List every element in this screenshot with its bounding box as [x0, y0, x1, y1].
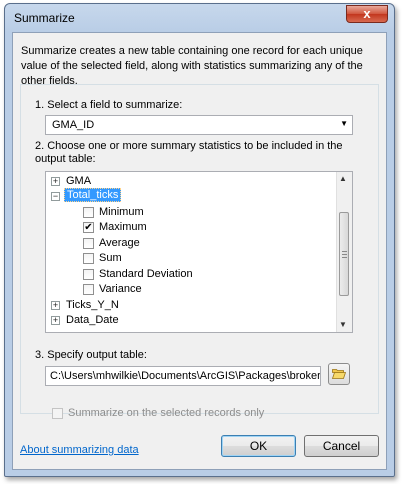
tree-node-label: Data_Date	[66, 314, 119, 326]
stat-maximum[interactable]: ✔ Maximum	[46, 220, 336, 235]
grip-line	[342, 254, 347, 255]
tree-scrollbar[interactable]: ▲ ▼	[336, 172, 352, 332]
checkbox-checked[interactable]: ✔	[83, 222, 94, 233]
field-select-value: GMA_ID	[52, 119, 95, 131]
stat-label: Sum	[99, 252, 122, 264]
scroll-up-icon[interactable]: ▲	[339, 174, 347, 183]
collapse-icon[interactable]: −	[51, 192, 60, 201]
tree-node-gma[interactable]: + GMA	[46, 174, 336, 189]
checkbox[interactable]	[83, 269, 94, 280]
stat-variance[interactable]: Variance	[46, 282, 336, 297]
dialog-body: Summarize creates a new table containing…	[12, 32, 387, 470]
dialog-window: Summarize x Summarize creates a new tabl…	[4, 3, 395, 477]
tree-node-label-selected: Total_ticks	[64, 188, 122, 202]
statistics-tree[interactable]: + GMA − Total_ticks Minimum ✔ Maximum Av…	[45, 171, 353, 333]
expand-icon[interactable]: +	[51, 177, 60, 186]
grip-line	[342, 257, 347, 258]
tree-node-data-date[interactable]: + Data_Date	[46, 313, 336, 328]
stat-label: Variance	[99, 283, 142, 295]
step1-label: 1. Select a field to summarize:	[35, 99, 183, 111]
selected-only-label: Summarize on the selected records only	[68, 407, 265, 419]
expand-icon[interactable]: +	[51, 316, 60, 325]
close-button[interactable]: x	[346, 5, 388, 23]
ok-button[interactable]: OK	[221, 435, 296, 457]
checkbox[interactable]	[83, 284, 94, 295]
scrollbar-thumb[interactable]	[339, 212, 349, 296]
output-table-field[interactable]: C:\Users\mhwilkie\Documents\ArcGIS\Packa…	[45, 366, 321, 386]
cancel-button[interactable]: Cancel	[304, 435, 379, 457]
step2-label: 2. Choose one or more summary statistics…	[35, 140, 343, 165]
expand-icon[interactable]: +	[51, 301, 60, 310]
title-bar[interactable]: Summarize x	[5, 4, 394, 32]
tree-node-label: Ticks_Y_N	[66, 299, 119, 311]
folder-open-icon	[332, 369, 346, 379]
tree-node-ticks-y-n[interactable]: + Ticks_Y_N	[46, 298, 336, 313]
step3-label: 3. Specify output table:	[35, 349, 147, 361]
grip-line	[342, 251, 347, 252]
window-title: Summarize	[14, 11, 75, 25]
checkbox[interactable]	[83, 238, 94, 249]
stat-label: Minimum	[99, 206, 144, 218]
checkbox[interactable]	[83, 207, 94, 218]
stat-label: Maximum	[99, 221, 147, 233]
description-text: Summarize creates a new table containing…	[21, 45, 363, 87]
field-select[interactable]: GMA_ID ▼	[45, 115, 353, 135]
stat-label: Standard Deviation	[99, 268, 193, 280]
tree-node-total-ticks[interactable]: − Total_ticks	[46, 188, 336, 204]
stat-average[interactable]: Average	[46, 236, 336, 251]
selected-only-checkbox[interactable]	[52, 408, 63, 419]
stat-minimum[interactable]: Minimum	[46, 205, 336, 220]
chevron-down-icon[interactable]: ▼	[340, 119, 348, 128]
checkbox[interactable]	[83, 253, 94, 264]
tree-node-label: GMA	[66, 175, 92, 187]
scroll-down-icon[interactable]: ▼	[339, 320, 347, 329]
stat-sum[interactable]: Sum	[46, 251, 336, 266]
browse-button[interactable]	[328, 363, 350, 385]
stat-label: Average	[99, 237, 140, 249]
help-link[interactable]: About summarizing data	[20, 444, 139, 456]
stat-standard-deviation[interactable]: Standard Deviation	[46, 267, 336, 282]
